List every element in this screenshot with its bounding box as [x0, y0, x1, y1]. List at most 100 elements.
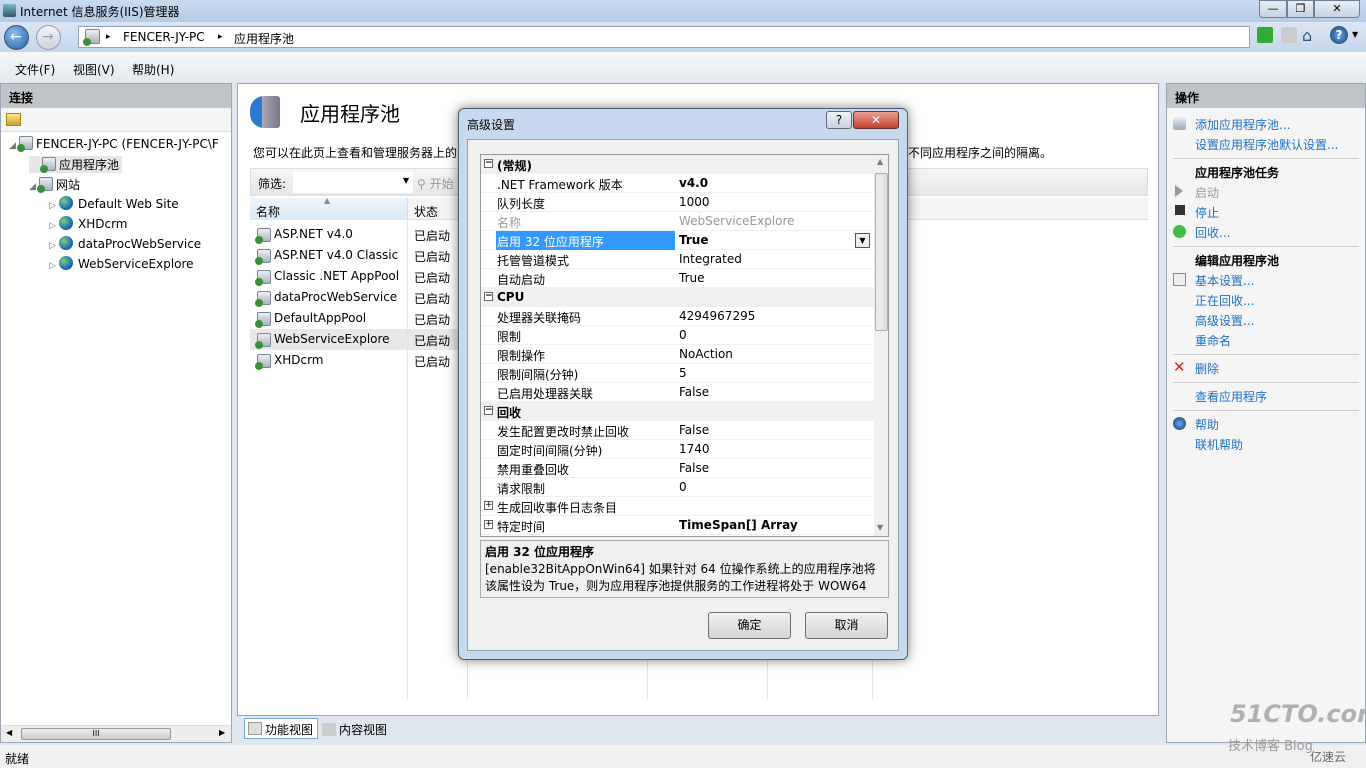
connect-icon[interactable] [6, 113, 21, 126]
column-status[interactable]: 状态 [414, 203, 438, 220]
expand-icon[interactable]: + [484, 501, 493, 510]
table-row[interactable]: DefaultAppPool 已启动 [250, 308, 468, 329]
action-link[interactable]: 设置应用程序池默认设置... [1195, 136, 1338, 153]
property-row[interactable]: 请求限制 0 [481, 478, 874, 497]
collapse-icon[interactable]: − [484, 292, 493, 301]
menu-file[interactable]: 文件(F) [15, 61, 55, 78]
action-link[interactable]: 正在回收... [1195, 292, 1254, 309]
property-row[interactable]: + 生成回收事件日志条目 [481, 497, 874, 516]
menu-view[interactable]: 视图(V) [73, 61, 115, 78]
table-row[interactable]: dataProcWebService 已启动 [250, 287, 468, 308]
property-row[interactable]: 限制操作 NoAction [481, 345, 874, 364]
property-row[interactable]: 队列长度 1000 [481, 193, 874, 212]
table-row[interactable]: WebServiceExplore 已启动 [250, 329, 468, 350]
tree-item[interactable]: ▷ WebServiceExplore [49, 256, 194, 271]
table-row[interactable]: ASP.NET v4.0 已启动 [250, 224, 468, 245]
tree-item[interactable]: ◢ FENCER-JY-PC (FENCER-JY-PC\F [9, 136, 219, 152]
address-bar[interactable]: ▸ FENCER-JY-PC ▸ 应用程序池 [78, 26, 1250, 48]
table-row[interactable]: Classic .NET AppPool 已启动 [250, 266, 468, 287]
expander-icon[interactable]: ▷ [49, 261, 59, 271]
forward-button[interactable]: → [36, 25, 61, 50]
property-label: (常规) [497, 159, 532, 173]
filter-dropdown-icon[interactable]: ▼ [403, 176, 409, 185]
property-row[interactable]: 限制间隔(分钟) 5 [481, 364, 874, 383]
restore-button[interactable]: ❐ [1287, 0, 1314, 18]
property-category[interactable]: − 回收 [481, 402, 874, 421]
dropdown-arrow-icon[interactable]: ▼ [855, 233, 870, 248]
action-link[interactable]: 查看应用程序 [1195, 388, 1267, 405]
tab-label: 内容视图 [339, 723, 388, 737]
action-link[interactable]: 回收... [1195, 224, 1230, 241]
action-link[interactable]: 高级设置... [1195, 312, 1254, 329]
property-row[interactable]: .NET Framework 版本 v4.0 [481, 174, 874, 193]
property-row[interactable]: 限制 0 [481, 326, 874, 345]
property-category[interactable]: − CPU [481, 288, 874, 307]
tab-content-view[interactable]: 内容视图 [322, 721, 387, 738]
scroll-left-icon[interactable]: ◀ [6, 728, 12, 737]
property-value: v4.0 [679, 176, 709, 190]
breadcrumb-server[interactable]: FENCER-JY-PC [123, 30, 205, 44]
dialog-help-button[interactable]: ? [826, 111, 852, 129]
action-link[interactable]: 删除 [1195, 360, 1219, 377]
dialog-close-button[interactable]: ✕ [853, 111, 899, 129]
property-row[interactable]: 固定时间间隔(分钟) 1740 [481, 440, 874, 459]
tree-item[interactable]: ▷ Default Web Site [49, 196, 179, 211]
expander-icon[interactable]: ▷ [49, 221, 59, 231]
vertical-scrollbar[interactable]: ▲ ▼ [874, 155, 888, 536]
menu-help[interactable]: 帮助(H) [132, 61, 174, 78]
collapse-icon[interactable]: − [484, 159, 493, 168]
pool-name: WebServiceExplore [274, 332, 390, 346]
start-filter-button[interactable]: ⚲ 开始 [417, 175, 454, 192]
expand-icon[interactable]: + [484, 520, 493, 529]
action-link[interactable]: 基本设置... [1195, 272, 1254, 289]
close-button[interactable]: ✕ [1314, 0, 1360, 18]
column-name-label: 名称 [256, 205, 281, 219]
breadcrumb-app-pools[interactable]: 应用程序池 [234, 30, 294, 47]
minimize-button[interactable]: — [1259, 0, 1287, 18]
pool-status: 已启动 [414, 313, 451, 327]
help-icon[interactable]: ? [1330, 26, 1348, 44]
column-name[interactable]: 名称 ▲ [250, 196, 408, 220]
back-button[interactable]: ← [4, 25, 29, 50]
scroll-down-icon[interactable]: ▼ [877, 523, 883, 532]
action-link[interactable]: 停止 [1195, 204, 1219, 221]
action-link[interactable]: 重命名 [1195, 332, 1231, 349]
horizontal-scrollbar[interactable]: ◀ III ▶ [1, 725, 231, 742]
cancel-button[interactable]: 取消 [805, 612, 888, 639]
advanced-settings-dialog: 高级设置 ? ✕ − (常规) .NET Framework 版本 v4.0 队列长度 1… [458, 108, 908, 660]
scroll-right-icon[interactable]: ▶ [219, 728, 225, 737]
expander-icon[interactable]: ▷ [49, 201, 59, 211]
property-row[interactable]: 发生配置更改时禁止回收 False [481, 421, 874, 440]
property-row[interactable]: + 特定时间 TimeSpan[] Array [481, 516, 874, 535]
property-row[interactable]: 自动启动 True [481, 269, 874, 288]
action-link[interactable]: 联机帮助 [1195, 436, 1243, 453]
chevron-down-icon[interactable]: ▼ [1352, 30, 1358, 39]
tree-item[interactable]: 应用程序池 [29, 156, 123, 173]
refresh-icon[interactable] [1257, 27, 1273, 43]
stop-navigation-icon[interactable] [1281, 27, 1297, 43]
home-icon[interactable]: ⌂ [1302, 26, 1312, 45]
property-row[interactable]: 禁用重叠回收 False [481, 459, 874, 478]
scroll-up-icon[interactable]: ▲ [877, 157, 883, 166]
expander-icon[interactable]: ▷ [49, 241, 59, 251]
tree-item[interactable]: ▷ dataProcWebService [49, 236, 201, 251]
action-link[interactable]: 帮助 [1195, 416, 1219, 433]
property-row[interactable]: 启用 32 位应用程序 True ▼ [481, 231, 874, 250]
scroll-thumb[interactable]: III [21, 728, 171, 740]
table-row[interactable]: ASP.NET v4.0 Classic 已启动 [250, 245, 468, 266]
table-row[interactable]: XHDcrm 已启动 [250, 350, 468, 371]
tree-item[interactable]: ▷ XHDcrm [49, 216, 128, 231]
filter-input[interactable] [293, 172, 413, 193]
property-row[interactable]: 托管管道模式 Integrated [481, 250, 874, 269]
collapse-icon[interactable]: − [484, 406, 493, 415]
action-link[interactable]: 添加应用程序池... [1195, 116, 1290, 133]
property-value[interactable]: True [679, 233, 708, 247]
tree-item[interactable]: ◢ 网站 [29, 176, 80, 193]
property-row[interactable]: 名称 WebServiceExplore [481, 212, 874, 231]
property-category[interactable]: − (常规) [481, 155, 874, 174]
property-row[interactable]: 已启用处理器关联 False [481, 383, 874, 402]
ok-button[interactable]: 确定 [708, 612, 791, 639]
property-row[interactable]: 处理器关联掩码 4294967295 [481, 307, 874, 326]
tab-features-view[interactable]: 功能视图 [244, 718, 318, 739]
scroll-thumb[interactable] [875, 173, 888, 331]
